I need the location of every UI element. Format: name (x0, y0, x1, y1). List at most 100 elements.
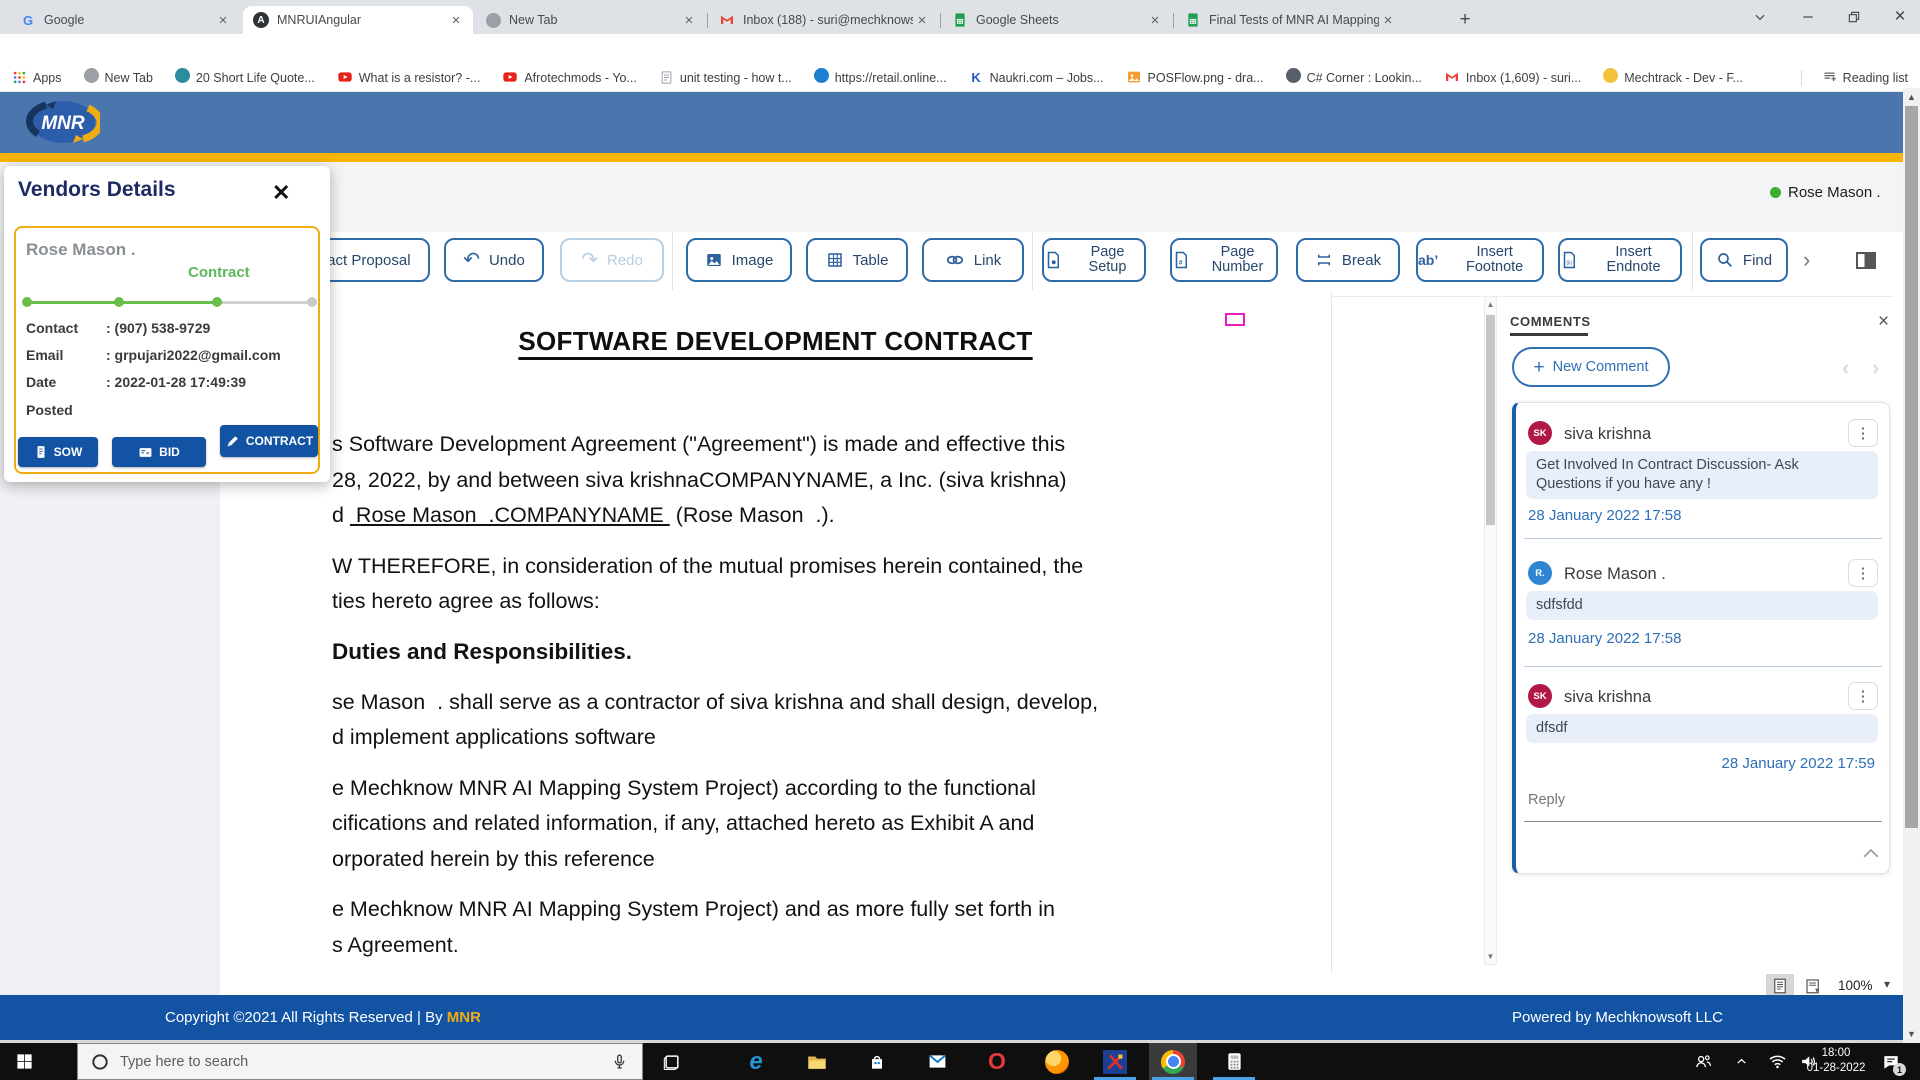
find-icon (1716, 251, 1734, 269)
toolbar-button-page-number[interactable]: #Page Number (1170, 238, 1278, 282)
bookmark-item[interactable]: Inbox (1,609) - suri... (1444, 69, 1581, 87)
bid-button[interactable]: =BID (112, 437, 206, 467)
mic-icon[interactable] (611, 1053, 628, 1070)
reply-input[interactable] (1526, 791, 1880, 809)
tab-close-icon[interactable]: × (214, 12, 232, 29)
toolbar-button-image[interactable]: Image (686, 238, 792, 282)
toolbar-button-label: Insert Footnote (1447, 245, 1542, 275)
doc-line: ties hereto agree as follows: (332, 589, 600, 614)
bookmark-item[interactable]: 20 Short Life Quote... (175, 68, 315, 88)
taskbar-icon-task-view[interactable] (648, 1043, 696, 1080)
mnr-logo[interactable]: MNR (26, 96, 100, 153)
browser-tab[interactable]: AMNRUIAngular× (243, 6, 473, 34)
browser-tab[interactable]: Final Tests of MNR AI Mapping Sy× (1175, 6, 1405, 34)
bookmark-item[interactable]: https://retail.online... (814, 68, 947, 88)
scroll-up-icon[interactable]: ▲ (1903, 92, 1920, 102)
notification-count-badge: 1 (1893, 1063, 1906, 1076)
doc-scroll-down-icon[interactable]: ▼ (1485, 952, 1496, 961)
browser-scrollbar[interactable]: ▲ ▼ (1903, 88, 1920, 1043)
tab-close-icon[interactable]: × (913, 12, 931, 29)
people-icon[interactable] (1688, 1043, 1718, 1080)
tab-close-icon[interactable]: × (680, 12, 698, 29)
bookmark-item[interactable]: Apps (12, 69, 62, 87)
vendor-progress-dot (212, 297, 222, 307)
bookmark-item[interactable]: What is a resistor? -... (337, 69, 481, 87)
screen: GGoogle×AMNRUIAngular×New Tab×Inbox (188… (0, 0, 1920, 1080)
toolbar-button-page-setup[interactable]: Page Setup (1042, 238, 1146, 282)
scroll-down-icon[interactable]: ▼ (1903, 1029, 1920, 1039)
taskbar-icon-edge[interactable]: e (732, 1043, 780, 1080)
bookmark-item[interactable]: Mechtrack - Dev - F... (1603, 68, 1743, 88)
tab-close-icon[interactable]: × (447, 12, 465, 29)
taskbar-icon-chrome[interactable] (1149, 1043, 1197, 1080)
doc-scroll-thumb[interactable] (1486, 315, 1495, 525)
doc-scroll-up-icon[interactable]: ▲ (1485, 300, 1496, 309)
toolbar-button-link[interactable]: Link (922, 238, 1024, 282)
zoom-level[interactable]: 100% (1838, 978, 1873, 993)
comment-menu-button[interactable]: ⋮ (1848, 419, 1878, 447)
tab-title: Google (44, 13, 214, 27)
taskbar-icon-mail[interactable] (913, 1043, 961, 1080)
browser-tab[interactable]: Inbox (188) - suri@mechknowsof× (709, 6, 939, 34)
tray-clock[interactable]: 18:00 01-28-2022 (1800, 1046, 1872, 1076)
comments-close-icon[interactable]: × (1878, 311, 1889, 333)
window-close-button[interactable]: × (1880, 0, 1920, 34)
bookmark-item[interactable]: unit testing - how t... (659, 69, 792, 87)
window-chevron-button[interactable] (1740, 0, 1780, 34)
taskbar-icon-opera[interactable]: O (973, 1043, 1021, 1080)
reading-list[interactable]: Reading list (1801, 70, 1908, 86)
taskbar-icon-firefox[interactable] (1033, 1043, 1081, 1080)
new-tab-button[interactable]: + (1452, 7, 1478, 33)
toolbar-button-insert-endnote[interactable]: (ii)Insert Endnote (1558, 238, 1682, 282)
tab-close-icon[interactable]: × (1379, 12, 1397, 29)
new-comment-button[interactable]: + New Comment (1512, 347, 1670, 387)
bookmark-item[interactable]: C# Corner : Lookin... (1286, 68, 1422, 88)
wifi-icon[interactable] (1762, 1043, 1792, 1080)
bookmark-item[interactable]: New Tab (84, 68, 153, 88)
tab-title: MNRUIAngular (277, 13, 447, 27)
bookmark-item[interactable]: KNaukri.com – Jobs... (969, 69, 1104, 87)
toolbar-button-break[interactable]: Break (1296, 238, 1400, 282)
comments-next-icon[interactable]: › (1872, 355, 1879, 381)
comments-prev-icon[interactable]: ‹ (1842, 355, 1849, 381)
bookmark-label: https://retail.online... (835, 71, 947, 85)
toolbar-overflow-chevron-icon[interactable]: › (1803, 247, 1810, 273)
comment-timestamp: 28 January 2022 17:58 (1528, 507, 1681, 524)
browser-tab[interactable]: New Tab× (476, 6, 706, 34)
comment-menu-button[interactable]: ⋮ (1848, 682, 1878, 710)
comment-anchor-marker[interactable] (1225, 313, 1245, 326)
contract-button[interactable]: CONTRACT (220, 425, 318, 457)
taskbar-icon-store[interactable] (853, 1043, 901, 1080)
browser-tab[interactable]: GGoogle× (10, 6, 240, 34)
zoom-caret-icon[interactable]: ▾ (1884, 977, 1890, 991)
vendor-close-icon[interactable]: ✕ (272, 180, 290, 206)
toolbar-button-undo[interactable]: ↶Undo (444, 238, 544, 282)
bookmark-item[interactable]: Afrotechmods - Yo... (502, 69, 637, 87)
comment-menu-button[interactable]: ⋮ (1848, 559, 1878, 587)
collapse-chevron-icon[interactable] (1862, 847, 1880, 859)
toolbar-button-table[interactable]: Table (806, 238, 908, 282)
browser-tab[interactable]: Google Sheets× (942, 6, 1172, 34)
toolbar-button-insert-footnote[interactable]: ab’Insert Footnote (1416, 238, 1544, 282)
bid-card-icon: = (138, 444, 153, 459)
scroll-thumb[interactable] (1905, 106, 1918, 828)
start-button[interactable] (0, 1043, 48, 1080)
footer-brand[interactable]: MNR (447, 1009, 481, 1026)
tab-close-icon[interactable]: × (1146, 12, 1164, 29)
tray-chevron-up-icon[interactable] (1726, 1043, 1756, 1080)
taskbar-icon-paint-app[interactable] (1091, 1043, 1139, 1080)
toolbar-button-redo[interactable]: ↷Redo (560, 238, 664, 282)
taskbar-search[interactable]: Type here to search (77, 1043, 643, 1080)
sow-button[interactable]: SOW (18, 437, 98, 467)
window-minimize-button[interactable] (1788, 0, 1828, 34)
page-number-icon: # (1172, 251, 1190, 269)
panel-toggle-icon[interactable] (1856, 252, 1876, 269)
taskbar-icon-calculator[interactable] (1210, 1043, 1258, 1080)
window-restore-button[interactable] (1834, 0, 1874, 34)
vendor-name: Rose Mason . (26, 240, 136, 260)
bookmark-item[interactable]: POSFlow.png - dra... (1126, 69, 1264, 87)
document-page[interactable]: SOFTWARE DEVELOPMENT CONTRACT s Software… (220, 292, 1332, 973)
document-scrollbar[interactable]: ▲ ▼ (1484, 296, 1497, 965)
taskbar-icon-file-explorer[interactable] (793, 1043, 841, 1080)
toolbar-button-find[interactable]: Find (1700, 238, 1788, 282)
